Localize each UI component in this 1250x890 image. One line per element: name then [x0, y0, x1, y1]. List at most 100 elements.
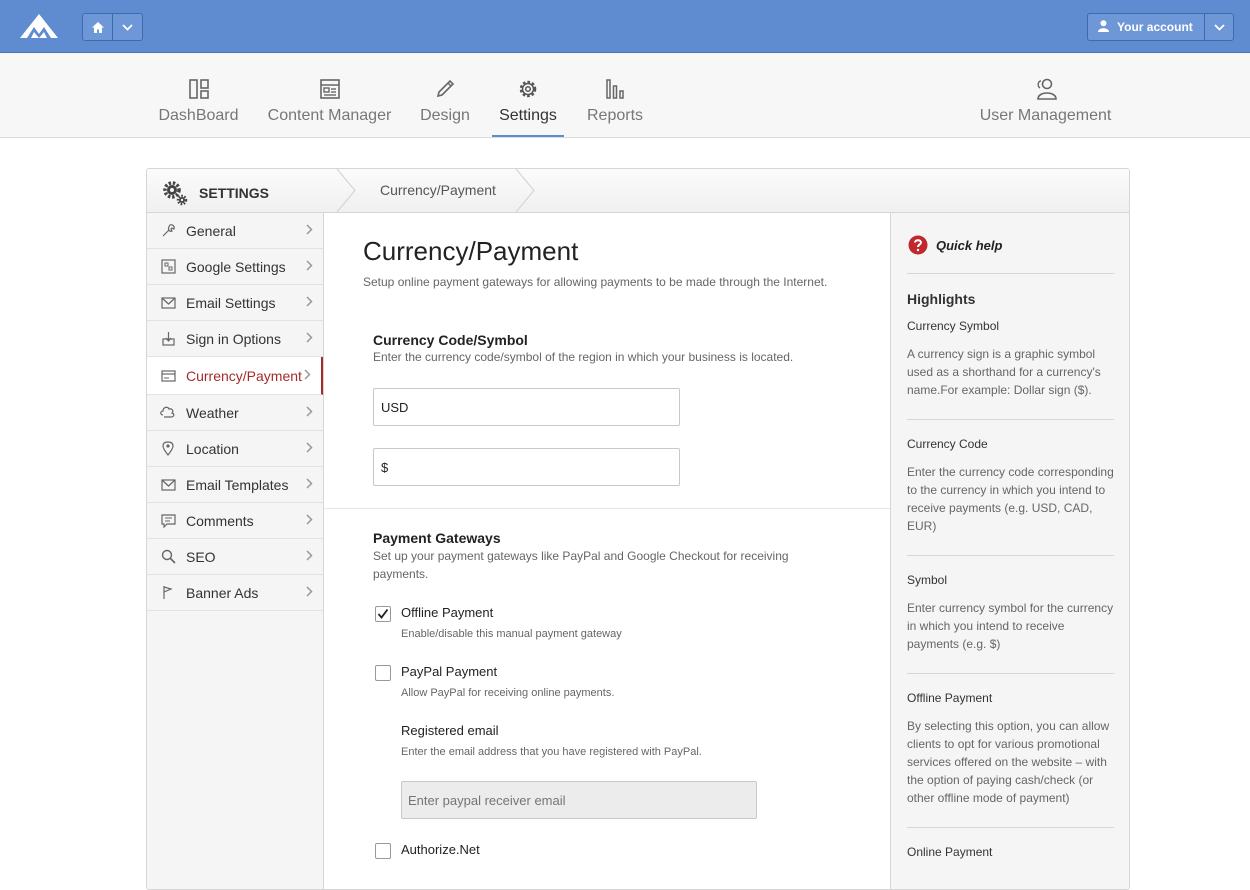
- authorize-net-checkbox[interactable]: [375, 843, 391, 859]
- help-divider: [907, 555, 1114, 556]
- account-button[interactable]: Your account: [1087, 13, 1234, 41]
- checkbox[interactable]: [375, 665, 391, 681]
- logo-icon[interactable]: [18, 12, 60, 40]
- paypal-email-input[interactable]: [401, 781, 757, 819]
- sidebar-item-label: Email Templates: [186, 476, 289, 493]
- chevron-right-icon: [306, 550, 313, 561]
- sidebar-item-label: SEO: [186, 548, 216, 565]
- sidebar-item-email-templates[interactable]: Email Templates: [147, 467, 323, 503]
- chevron-right-icon: [306, 224, 313, 235]
- pin-icon: [160, 441, 176, 457]
- sidebar-item-banner-ads[interactable]: Banner Ads: [147, 575, 323, 611]
- sidebar-item-label: Banner Ads: [186, 584, 259, 601]
- help-divider: [907, 419, 1114, 420]
- currency-section-description: Enter the currency code/symbol of the re…: [373, 350, 794, 364]
- breadcrumb-separator-icon: [336, 169, 356, 212]
- help-divider: [907, 673, 1114, 674]
- sidebar-item-currency-payment[interactable]: Currency/Payment: [147, 357, 323, 395]
- help-topic-text: By selecting this option, you can allow …: [907, 719, 1110, 805]
- content-icon: [319, 79, 340, 99]
- help-topic-title: Currency Code: [907, 437, 988, 451]
- offline-payment-checkbox[interactable]: [375, 606, 391, 622]
- nav-content-manager[interactable]: Content Manager: [267, 53, 392, 137]
- nav-dashboard[interactable]: DashBoard: [158, 53, 239, 137]
- checkbox[interactable]: [375, 843, 391, 859]
- breadcrumb-separator-icon: [515, 169, 535, 212]
- account-label: Your account: [1117, 20, 1193, 34]
- page-description: Setup online payment gateways for allowi…: [363, 275, 828, 289]
- search-icon: [160, 549, 176, 565]
- signin-icon: [160, 331, 176, 347]
- sidebar-item-location[interactable]: Location: [147, 431, 323, 467]
- breadcrumb-root-label: SETTINGS: [199, 185, 270, 201]
- sidebar-item-google-settings[interactable]: Google Settings: [147, 249, 323, 285]
- main-nav: DashBoard Content Manager Design Setting…: [0, 53, 1250, 138]
- gateways-section-title: Payment Gateways: [373, 530, 501, 546]
- sidebar-item-label: Email Settings: [186, 294, 276, 311]
- sidebar-item-label: General: [186, 222, 236, 239]
- chevron-right-icon: [306, 442, 313, 453]
- breadcrumb-root[interactable]: SETTINGS: [161, 179, 269, 207]
- quick-help-panel: Quick help Highlights Currency Symbol A …: [890, 213, 1129, 889]
- nav-settings[interactable]: Settings: [492, 53, 564, 137]
- grid-icon: [160, 259, 176, 275]
- chevron-right-icon: [306, 478, 313, 489]
- sidebar-item-email-settings[interactable]: Email Settings: [147, 285, 323, 321]
- pencil-icon: [436, 79, 455, 98]
- account-main[interactable]: Your account: [1088, 14, 1204, 40]
- quick-help-heading: Quick help: [908, 235, 1002, 255]
- help-divider: [907, 827, 1114, 828]
- offline-payment-label[interactable]: Offline Payment: [401, 605, 493, 620]
- settings-panel: SETTINGS Currency/Payment General Google…: [146, 168, 1130, 890]
- paypal-payment-checkbox[interactable]: [375, 665, 391, 681]
- registered-email-label: Registered email: [401, 723, 499, 738]
- sidebar-item-sign-in-options[interactable]: Sign in Options: [147, 321, 323, 357]
- checkmark-icon: [377, 608, 389, 619]
- sidebar-item-label: Location: [186, 440, 239, 457]
- settings-sidebar: General Google Settings Email Settings S…: [147, 213, 324, 889]
- envelope-icon: [160, 295, 176, 311]
- sidebar-item-label: Weather: [186, 404, 239, 421]
- help-topic-text: Enter the currency code corresponding to…: [907, 465, 1114, 533]
- chevron-right-icon: [306, 260, 313, 271]
- nav-reports[interactable]: Reports: [586, 53, 644, 137]
- currency-symbol-input[interactable]: [373, 448, 680, 486]
- chevron-right-icon: [306, 514, 313, 525]
- nav-label: Content Manager: [267, 107, 392, 124]
- currency-section-title: Currency Code/Symbol: [373, 332, 528, 348]
- help-topic-title: Currency Symbol: [907, 319, 1000, 333]
- chevron-right-icon: [306, 586, 313, 597]
- chevron-down-icon[interactable]: [112, 14, 142, 40]
- chevron-right-icon: [306, 296, 313, 307]
- sidebar-item-comments[interactable]: Comments: [147, 503, 323, 539]
- sidebar-item-label: Google Settings: [186, 258, 286, 275]
- nav-label: Settings: [499, 107, 557, 124]
- breadcrumb-current[interactable]: Currency/Payment: [380, 182, 496, 198]
- page-title: Currency/Payment: [363, 236, 579, 266]
- nav-label: Reports: [586, 107, 644, 124]
- currency-code-input[interactable]: [373, 388, 680, 426]
- sidebar-item-weather[interactable]: Weather: [147, 395, 323, 431]
- nav-user-management[interactable]: User Management: [979, 53, 1112, 137]
- account-chevron-down-icon[interactable]: [1204, 14, 1233, 40]
- help-topic-title: Offline Payment: [907, 691, 993, 705]
- top-bar: Your account: [0, 0, 1250, 53]
- nav-label: User Management: [979, 107, 1112, 124]
- help-topic-text: A currency sign is a graphic symbol used…: [907, 347, 1101, 397]
- checkbox[interactable]: [375, 606, 391, 622]
- flag-icon: [160, 585, 176, 601]
- users-icon: [1036, 78, 1057, 100]
- paypal-payment-description: Allow PayPal for receiving online paymen…: [401, 687, 615, 699]
- sidebar-item-general[interactable]: General: [147, 213, 323, 249]
- breadcrumb: SETTINGS Currency/Payment: [147, 169, 1129, 213]
- sidebar-item-seo[interactable]: SEO: [147, 539, 323, 575]
- sidebar-item-label: Currency/Payment: [186, 367, 302, 384]
- gear-icon: [519, 80, 537, 98]
- cloud-icon: [160, 405, 176, 421]
- home-icon[interactable]: [83, 14, 112, 40]
- nav-design[interactable]: Design: [419, 53, 471, 137]
- registered-email-description: Enter the email address that you have re…: [401, 746, 702, 758]
- help-topic-title: Online Payment: [907, 845, 993, 859]
- authorize-net-label[interactable]: Authorize.Net: [401, 842, 480, 857]
- paypal-payment-label[interactable]: PayPal Payment: [401, 664, 497, 679]
